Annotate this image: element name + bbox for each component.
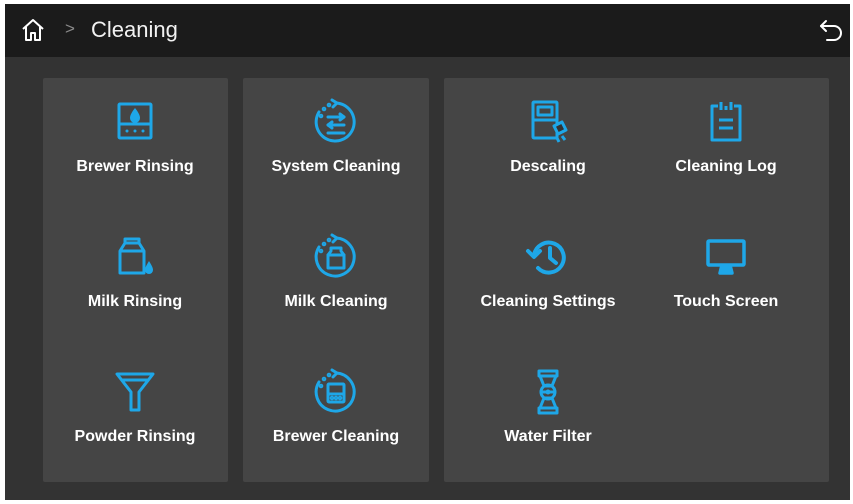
water-filter-button[interactable]: Water Filter (458, 348, 638, 466)
app-screen: > Cleaning Brewer Rinsing Milk Rinsing P… (5, 4, 850, 500)
tile-label: Brewer Cleaning (272, 428, 400, 445)
tile-label: Brewer Rinsing (76, 158, 194, 175)
tile-label: Milk Rinsing (87, 293, 183, 310)
tile-label: Descaling (510, 158, 586, 175)
tile-label: Water Filter (504, 428, 592, 445)
descaling-icon (524, 98, 572, 146)
home-icon[interactable] (21, 18, 45, 42)
tile-label: System Cleaning (271, 158, 401, 175)
brewer-cleaning-button[interactable]: Brewer Cleaning (246, 348, 426, 466)
touch-screen-button[interactable]: Touch Screen (636, 213, 816, 331)
tile-label: Cleaning Settings (480, 293, 616, 310)
cleaning-panel: System Cleaning Milk Cleaning Brewer Cle… (243, 78, 429, 482)
tile-label: Cleaning Log (675, 158, 777, 175)
system-cleaning-icon (312, 98, 360, 146)
history-icon (524, 233, 572, 281)
clipboard-icon (702, 98, 750, 146)
descaling-button[interactable]: Descaling (458, 78, 638, 196)
water-filter-icon (524, 368, 572, 416)
funnel-icon (111, 368, 159, 416)
back-icon[interactable] (819, 19, 843, 41)
cleaning-log-button[interactable]: Cleaning Log (636, 78, 816, 196)
milk-rinsing-button[interactable]: Milk Rinsing (45, 213, 225, 331)
top-bar: > Cleaning (5, 4, 850, 57)
milk-rinsing-icon (111, 233, 159, 281)
tile-label: Powder Rinsing (74, 428, 196, 445)
brewer-cleaning-icon (312, 368, 360, 416)
maintenance-panel: Descaling Cleaning Log Cleaning Settings… (444, 78, 829, 482)
milk-cleaning-icon (312, 233, 360, 281)
cleaning-settings-button[interactable]: Cleaning Settings (458, 213, 638, 331)
system-cleaning-button[interactable]: System Cleaning (246, 78, 426, 196)
brewer-rinsing-icon (111, 98, 159, 146)
brewer-rinsing-button[interactable]: Brewer Rinsing (45, 78, 225, 196)
page-title: Cleaning (91, 17, 178, 42)
milk-cleaning-button[interactable]: Milk Cleaning (246, 213, 426, 331)
rinsing-panel: Brewer Rinsing Milk Rinsing Powder Rinsi… (43, 78, 228, 482)
monitor-icon (702, 233, 750, 281)
powder-rinsing-button[interactable]: Powder Rinsing (45, 348, 225, 466)
tile-label: Milk Cleaning (284, 293, 388, 310)
tile-label: Touch Screen (673, 293, 779, 310)
breadcrumb-separator: > (65, 19, 75, 38)
